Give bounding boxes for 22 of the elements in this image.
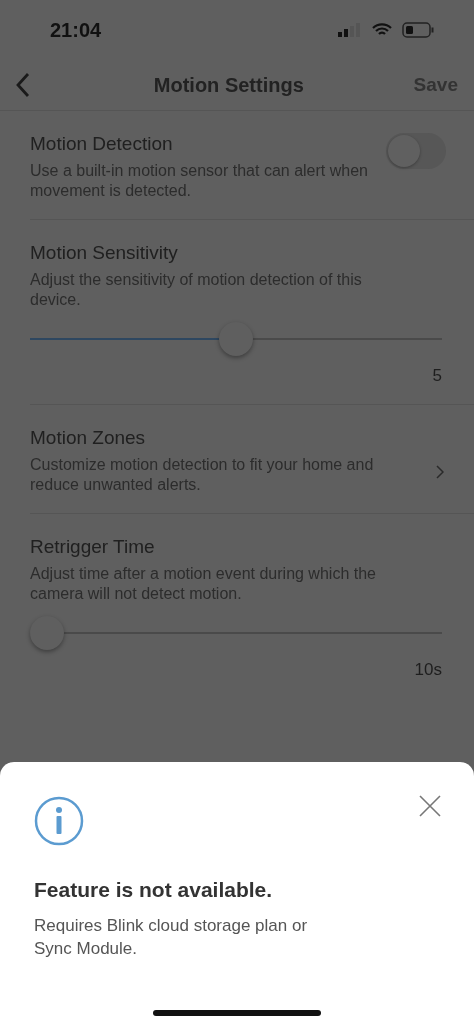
slider-thumb[interactable]: [30, 616, 64, 650]
wifi-icon: [372, 23, 392, 37]
slider-value: 10s: [413, 660, 443, 680]
sheet-title: Feature is not available.: [34, 878, 274, 902]
setting-title: Motion Detection: [30, 133, 174, 155]
slider[interactable]: [30, 616, 442, 650]
status-time: 21:04: [50, 18, 102, 42]
setting-title: Motion Zones: [30, 427, 147, 449]
sheet-message: Requires Blink cloud storage plan or Sync Module.: [34, 915, 309, 960]
info-icon: [34, 796, 84, 846]
signal-icon: [338, 23, 362, 37]
slider-value: 5: [431, 366, 443, 386]
slider[interactable]: [30, 322, 442, 356]
setting-title: Motion Sensitivity: [30, 242, 179, 264]
page-title: Motion Settings: [153, 73, 304, 97]
toggle-switch[interactable]: [386, 133, 446, 169]
chevron-left-icon[interactable]: [16, 72, 30, 98]
chevron-icon[interactable]: [436, 465, 444, 479]
close-button[interactable]: [418, 794, 442, 818]
slider-thumb[interactable]: [219, 322, 253, 356]
battery-icon: [402, 22, 434, 38]
setting-title: Retrigger Time: [30, 536, 156, 558]
